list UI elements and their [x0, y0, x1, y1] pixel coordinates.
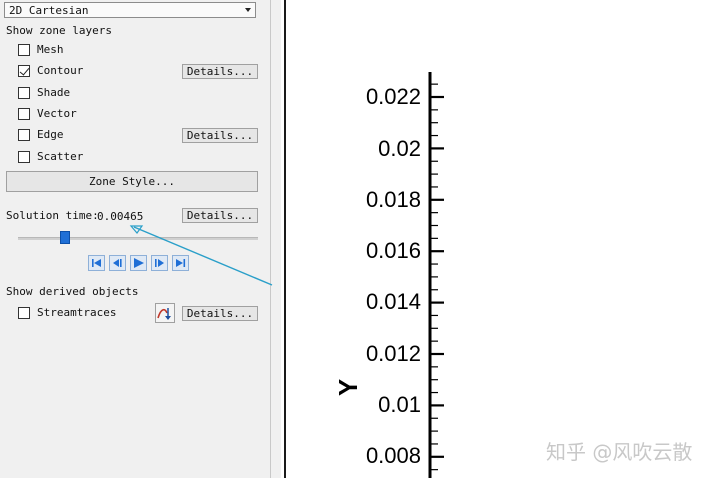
y-tick-label: 0.02 — [378, 136, 421, 161]
plot-canvas: 0.022 0.02 0.018 0.016 0.014 0.012 0.01 … — [286, 0, 720, 478]
watermark-text: 知乎 @风吹云散 — [546, 440, 693, 464]
y-tick-label: 0.012 — [365, 341, 421, 366]
y-axis-title: Y — [333, 378, 364, 397]
y-tick-label: 0.022 — [365, 84, 421, 109]
y-tick-label: 0.016 — [365, 238, 421, 263]
y-tick-label: 0.008 — [365, 443, 421, 468]
y-tick-label: 0.014 — [365, 289, 421, 314]
y-tick-label: 0.018 — [365, 187, 421, 212]
